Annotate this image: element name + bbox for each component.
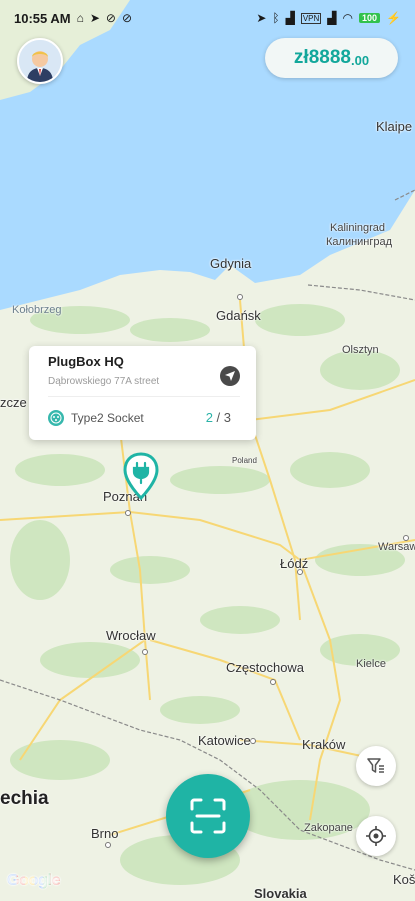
location-icon: ➤ xyxy=(256,11,267,25)
scan-qr-button[interactable] xyxy=(166,774,250,858)
map-label-kolobrzeg: Kołobrzeg xyxy=(12,304,62,316)
map-label-warsaw: Warsaw xyxy=(378,541,415,553)
total-count: 3 xyxy=(223,410,231,425)
home-icon: ⌂ xyxy=(76,11,84,25)
map-label-wroclaw: Wrocław xyxy=(106,628,156,643)
available-count: 2 xyxy=(205,410,213,425)
filter-icon xyxy=(367,758,384,773)
my-location-button[interactable] xyxy=(356,816,396,856)
wifi-icon: ◠ xyxy=(342,11,354,25)
balance-fraction: .00 xyxy=(350,52,370,68)
socket-icon xyxy=(48,410,64,426)
bluetooth-icon: ᛒ xyxy=(272,11,280,25)
blocked-icon: ⊘ xyxy=(121,11,133,25)
station-card[interactable]: PlugBox HQ Dąbrowskiego 77A street Type2… xyxy=(29,346,256,440)
wallet-balance-button[interactable]: zł 8888 .00 xyxy=(265,38,398,78)
status-bar: 10:55 AM ⌂ ➤ ⊘ ⊘ ➤ ᛒ ▟ VPN ▟ ◠ 100 ⚡ xyxy=(0,0,415,36)
battery-level: 100 xyxy=(362,13,378,23)
google-logo-text: Google xyxy=(7,872,61,889)
map-label-klaipeda: Klaipe xyxy=(376,119,413,134)
status-time: 10:55 AM xyxy=(14,10,71,26)
map-label-kaliningrad-ru: Калининград xyxy=(326,236,393,248)
count-separator: / xyxy=(212,410,224,425)
navigation-arrow-icon xyxy=(225,371,235,381)
charging-pin-icon xyxy=(123,452,159,501)
scan-icon xyxy=(190,798,226,834)
user-avatar-icon xyxy=(19,40,61,82)
map-label-gdynia: Gdynia xyxy=(210,256,252,271)
map-label-poland: Poland xyxy=(232,456,257,465)
station-address: Dąbrowskiego 77A street xyxy=(48,376,160,387)
charging-icon: ⚡ xyxy=(386,11,401,25)
map-label-olsztyn: Olsztyn xyxy=(342,344,379,356)
signal-icon: ▟ xyxy=(285,11,295,25)
signal-icon: ▟ xyxy=(327,11,337,25)
map-label-lodz: Łódź xyxy=(280,556,309,571)
navigation-icon: ➤ xyxy=(89,11,100,25)
map-label-gdansk: Gdańsk xyxy=(216,308,261,323)
station-title: PlugBox HQ xyxy=(48,354,124,369)
blocked-icon: ⊘ xyxy=(105,11,116,25)
map-label-krakow: Kraków xyxy=(302,737,346,752)
map-label-kaliningrad: Kaliningrad xyxy=(330,222,386,234)
map-label-slovakia: Slovakia xyxy=(254,886,307,901)
map-label-czechia: echia xyxy=(0,788,49,809)
battery-icon: 100 xyxy=(359,13,381,23)
crosshair-icon xyxy=(366,826,386,846)
map-label-brno: Brno xyxy=(91,826,119,841)
navigate-button[interactable] xyxy=(220,366,240,386)
map-label-kielce: Kielce xyxy=(356,658,386,670)
map-label-zakopane: Zakopane xyxy=(304,822,353,834)
map-label-kosice: Koš xyxy=(393,872,415,887)
vpn-icon: VPN xyxy=(300,12,322,24)
balance-amount: 8888 xyxy=(308,47,351,68)
map-label-szczecin: zcze xyxy=(0,395,27,410)
station-map-pin[interactable] xyxy=(122,452,160,501)
avatar[interactable] xyxy=(17,38,63,84)
filter-button[interactable] xyxy=(356,746,396,786)
google-logo: Google xyxy=(7,872,61,890)
map-label-czestochowa: Częstochowa xyxy=(226,660,305,675)
card-divider xyxy=(48,396,240,397)
balance-currency: zł xyxy=(293,47,309,68)
map-view[interactable] xyxy=(0,0,415,900)
socket-availability: 2 / 3 xyxy=(206,410,231,425)
socket-type-label: Type2 Socket xyxy=(71,411,144,425)
map-label-katowice: Katowice xyxy=(198,733,251,748)
